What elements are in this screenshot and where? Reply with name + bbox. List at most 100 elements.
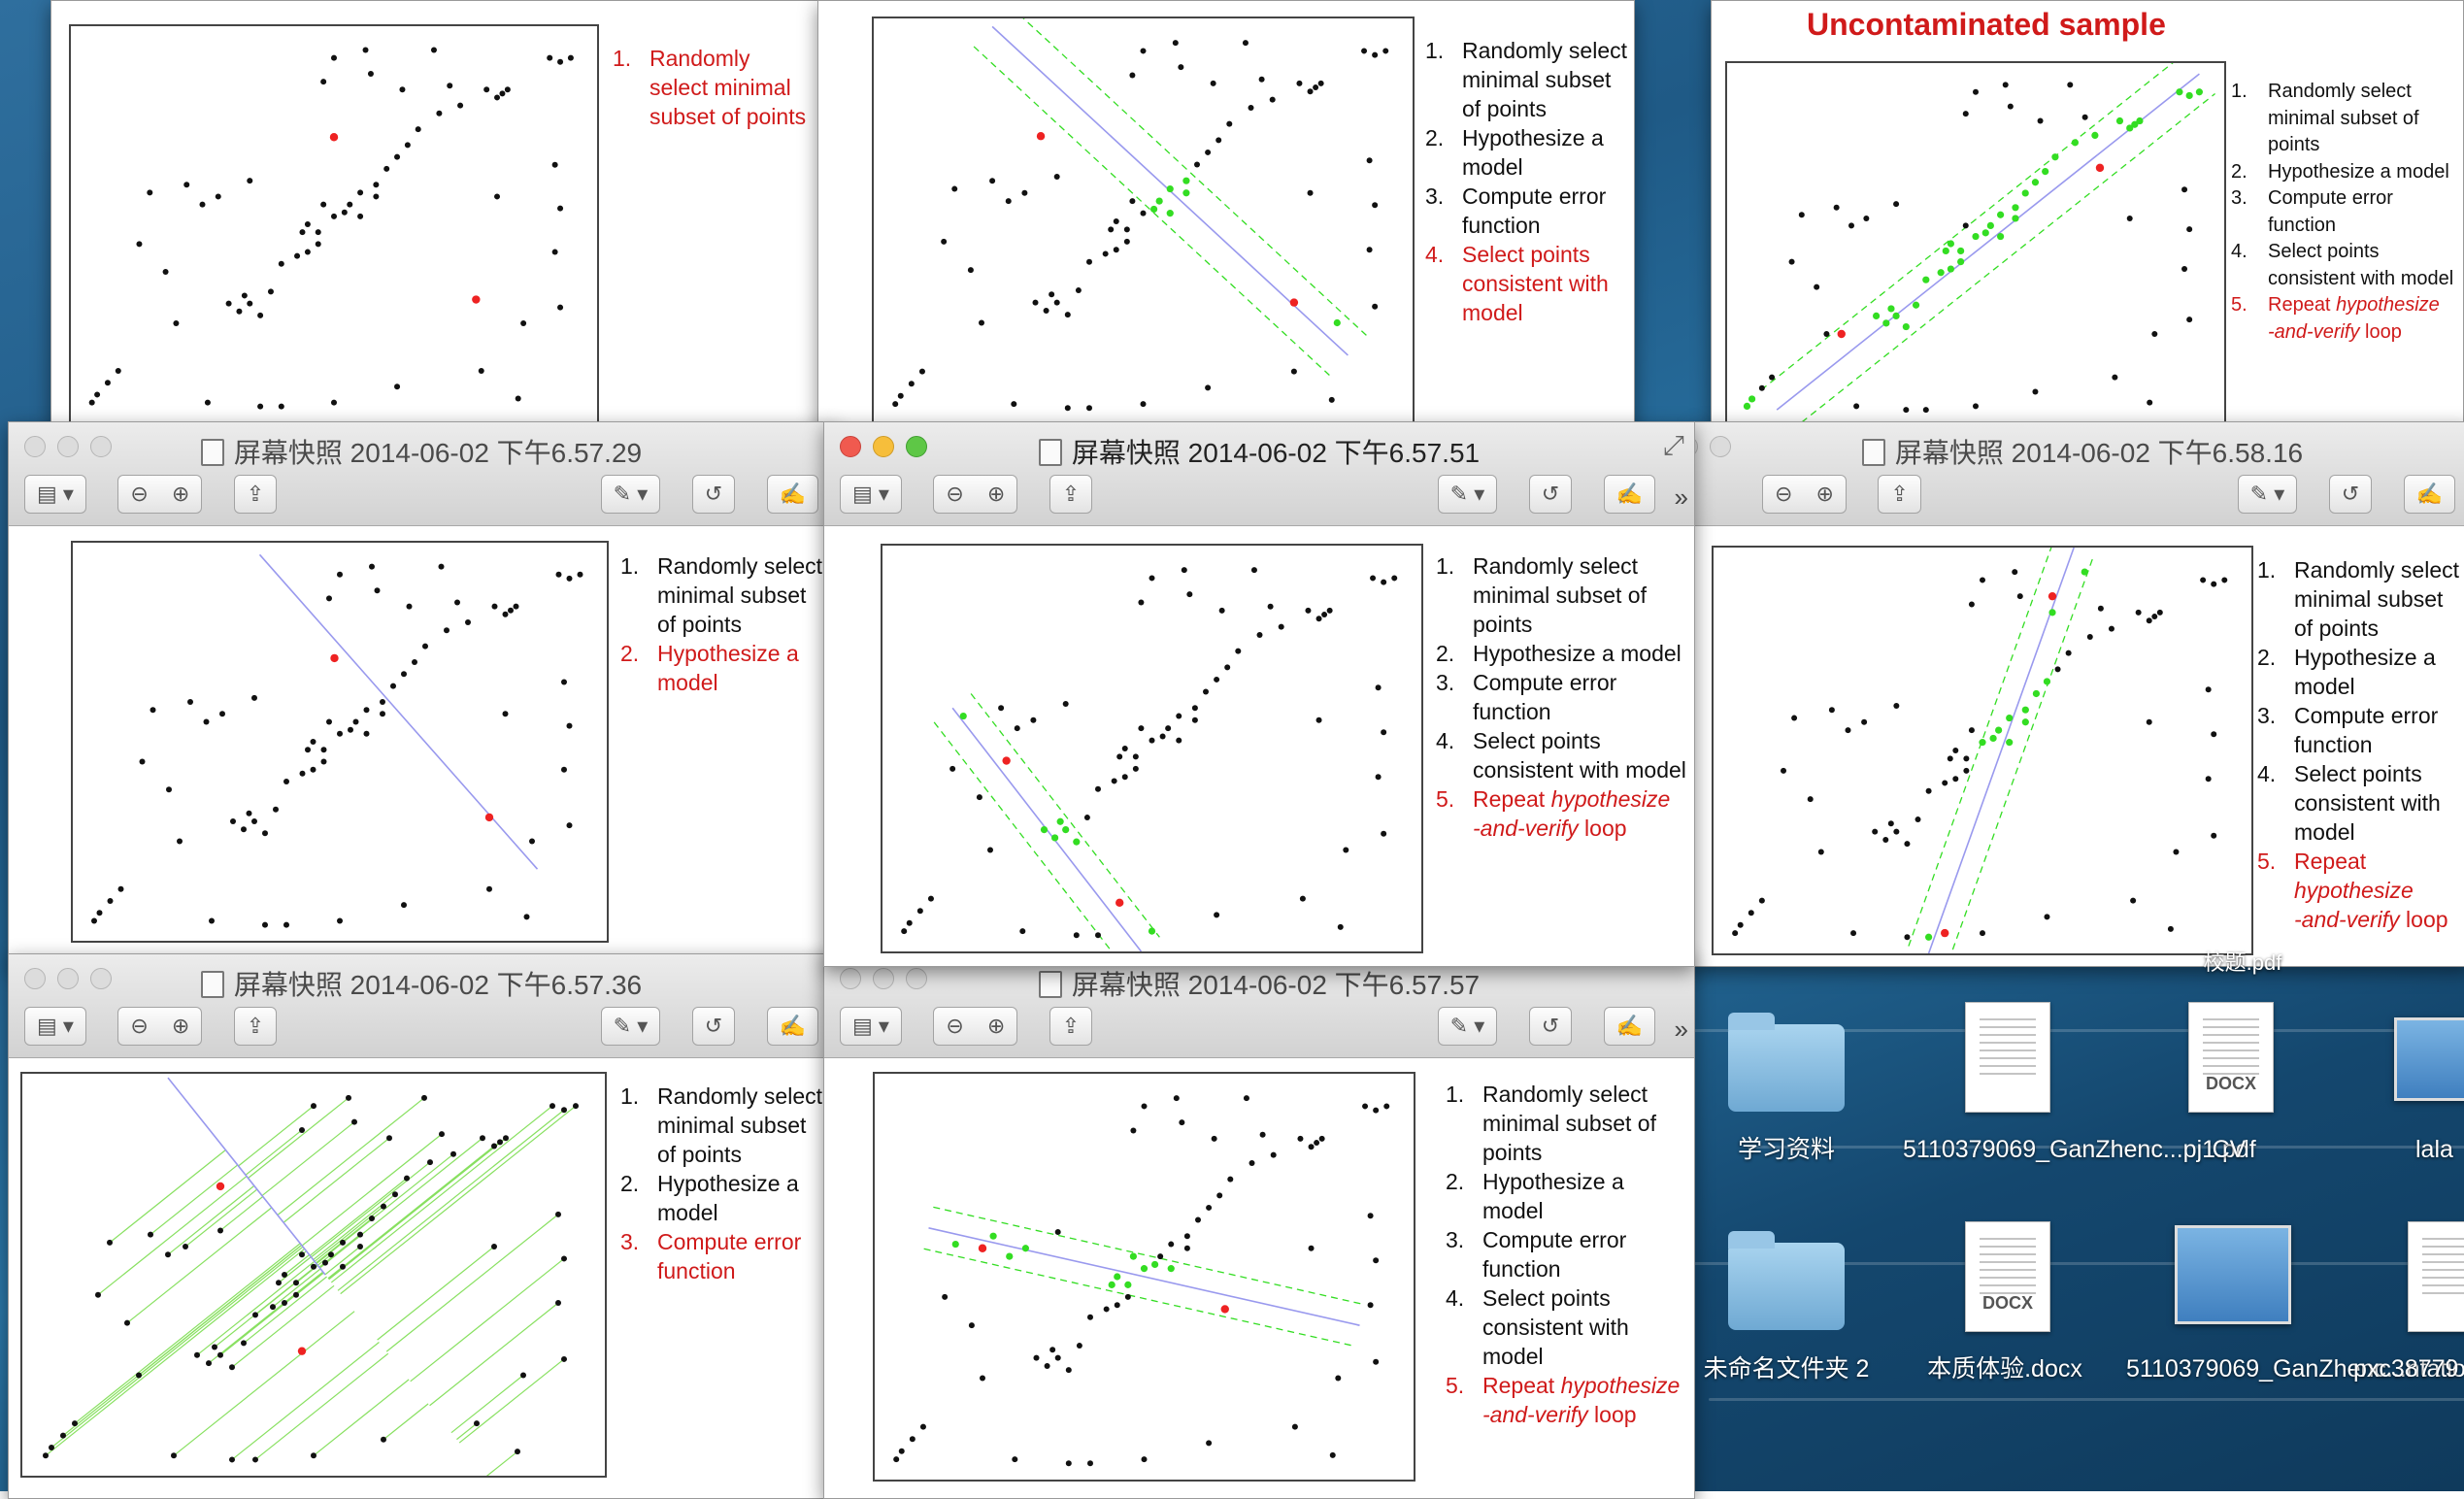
annotate-button[interactable]: ✎ ▾ xyxy=(600,475,661,514)
edit-button[interactable]: ✍ xyxy=(1603,1007,1655,1046)
step-item-repeat: 5. Repeat hypothesize -and-verify loop xyxy=(1446,1373,1681,1427)
step-item: 1. Randomly select minimal subset of poin… xyxy=(620,553,823,637)
algorithm-steps: 1. Randomly select minimal subset of poin… xyxy=(1425,36,1629,327)
window-title: 屏幕快照 2014-06-02 下午6.57.57 xyxy=(1071,970,1481,1000)
step-item: 1. Randomly select minimal subset of poin… xyxy=(1446,1082,1656,1165)
edit-button[interactable]: ✍ xyxy=(766,475,818,514)
window-title: 屏幕快照 2014-06-02 下午6.57.51 xyxy=(1071,438,1481,468)
share-button[interactable]: ⇪ xyxy=(1049,475,1093,514)
zoom-controls: ⊖ ⊕ xyxy=(933,1007,1018,1046)
window-uncontaminated[interactable]: Uncontaminated sample 1. Randomly select … xyxy=(1711,0,2464,429)
pdf-file-icon xyxy=(2408,1221,2464,1332)
scatter-plot xyxy=(872,17,1415,426)
preview-toolbar: 屏幕快照 2014-06-02 下午6.57.36 ▤ ▾ ⊖ ⊕ ⇪ ✎ ▾ ↺… xyxy=(9,954,834,1058)
share-button[interactable]: ⇪ xyxy=(233,1007,278,1046)
algorithm-steps: 1. Randomly select minimal subset of poin… xyxy=(2231,79,2459,346)
annotate-button[interactable]: ✎ ▾ xyxy=(2237,475,2298,514)
rotate-button[interactable]: ↺ xyxy=(691,1007,736,1046)
step-item: 3. Compute error function xyxy=(1436,670,1617,724)
step-item: 1. Randomly select minimal subset of poin… xyxy=(2257,557,2460,641)
algorithm-steps: 1. Randomly select minimal subset of poin… xyxy=(2257,555,2464,934)
step-item: 2. Hypothesize a model xyxy=(1436,641,1682,666)
window-step3[interactable]: 屏幕快照 2014-06-02 下午6.57.36 ▤ ▾ ⊖ ⊕ ⇪ ✎ ▾ ↺… xyxy=(8,953,835,1499)
scatter-plot xyxy=(71,541,609,943)
preview-toolbar: 屏幕快照 2014-06-02 下午6.58.16 ⊖ ⊕ ⇪ ✎ ▾ ↺ ✍ xyxy=(1694,422,2464,526)
sidebar-toggle-button[interactable]: ▤ ▾ xyxy=(24,1007,86,1046)
window-step1[interactable]: 1. Randomly select minimal subset of poin… xyxy=(50,0,819,429)
step-item: 1. Randomly select minimal subset of poin… xyxy=(620,1083,823,1167)
document-icon xyxy=(1861,439,1885,466)
docx-file-icon: DOCX xyxy=(2188,1002,2274,1113)
rotate-button[interactable]: ↺ xyxy=(1528,1007,1573,1046)
zoom-out-icon[interactable]: ⊖ xyxy=(118,1008,159,1045)
step-item: 2. Hypothesize a model xyxy=(620,641,799,695)
step-item: 1. Randomly select minimal subset of poin… xyxy=(613,46,807,129)
step-item: 4. Select points consistent with model xyxy=(2257,761,2441,845)
zoom-in-icon[interactable]: ⊕ xyxy=(160,1008,201,1045)
zoom-controls: ⊖ ⊕ xyxy=(117,1007,203,1046)
step-item: 1. Randomly select minimal subset of poin… xyxy=(1436,553,1647,637)
sidebar-toggle-button[interactable]: ▤ ▾ xyxy=(24,475,86,514)
edit-button[interactable]: ✍ xyxy=(1603,475,1655,514)
window-step2[interactable]: 屏幕快照 2014-06-02 下午6.57.29 ▤ ▾ ⊖ ⊕ ⇪ ✎ ▾ ↺… xyxy=(8,421,835,967)
rotate-button[interactable]: ↺ xyxy=(691,475,736,514)
zoom-in-icon[interactable]: ⊕ xyxy=(160,476,201,513)
folder-icon xyxy=(1728,1013,1845,1112)
zoom-in-icon[interactable]: ⊕ xyxy=(976,476,1016,513)
rotate-button[interactable]: ↺ xyxy=(1528,475,1573,514)
toolbar-overflow-icon[interactable]: » xyxy=(1675,483,1688,513)
zoom-out-icon[interactable]: ⊖ xyxy=(1763,476,1804,513)
monitor-icon xyxy=(2394,1017,2464,1101)
sidebar-toggle-button[interactable]: ▤ ▾ xyxy=(840,1007,902,1046)
zoom-controls: ⊖ ⊕ xyxy=(1762,475,1847,514)
preview-toolbar: 屏幕快照 2014-06-02 下午6.57.51 ⤢ ▤ ▾ ⊖ ⊕ ⇪ ✎ ▾… xyxy=(824,422,1694,526)
step-item: 2. Hypothesize a model xyxy=(1446,1169,1624,1223)
edit-button[interactable]: ✍ xyxy=(2403,475,2455,514)
document-icon xyxy=(1038,439,1062,466)
edit-button[interactable]: ✍ xyxy=(766,1007,818,1046)
window-title: 屏幕快照 2014-06-02 下午6.57.29 xyxy=(233,438,643,468)
scatter-plot xyxy=(1712,546,2253,955)
desktop-icon-label: lala xyxy=(2415,1136,2453,1163)
step-item: 3. Compute error function xyxy=(620,1229,802,1283)
zoom-out-icon[interactable]: ⊖ xyxy=(934,1008,975,1045)
toolbar-overflow-icon[interactable]: » xyxy=(1675,1015,1688,1045)
share-button[interactable]: ⇪ xyxy=(233,475,278,514)
window-step5-right[interactable]: 屏幕快照 2014-06-02 下午6.58.16 ⊖ ⊕ ⇪ ✎ ▾ ↺ ✍ 1… xyxy=(1693,421,2464,967)
rotate-button[interactable]: ↺ xyxy=(2328,475,2373,514)
step-item: 2. Hypothesize a model xyxy=(2231,160,2449,183)
desktop-icon-label: 5110379069_GanZhenc...pj1.pdf xyxy=(1903,1136,2256,1163)
window-step5-front[interactable]: 屏幕快照 2014-06-02 下午6.57.51 ⤢ ▤ ▾ ⊖ ⊕ ⇪ ✎ ▾… xyxy=(823,421,1695,967)
window-step5-bottom[interactable]: 屏幕快照 2014-06-02 下午6.57.57 ▤ ▾ ⊖ ⊕ ⇪ ✎ ▾ ↺… xyxy=(823,953,1695,1499)
step-item: 2. Hypothesize a model xyxy=(620,1171,799,1225)
step-item: 2. Hypothesize a model xyxy=(1425,125,1604,180)
algorithm-steps: 1. Randomly select minimal subset of poin… xyxy=(1446,1080,1688,1429)
zoom-out-icon[interactable]: ⊖ xyxy=(118,476,159,513)
document-icon xyxy=(1038,971,1062,998)
preview-toolbar: 屏幕快照 2014-06-02 下午6.57.29 ▤ ▾ ⊖ ⊕ ⇪ ✎ ▾ ↺… xyxy=(9,422,834,526)
step-item-repeat: 5. Repeat hypothesize -and-verify loop xyxy=(1436,786,1671,841)
desktop-icon-label: pxc38779 xyxy=(2353,1355,2459,1382)
window-step4[interactable]: 1. Randomly select minimal subset of poin… xyxy=(817,0,1635,429)
uncontaminated-heading: Uncontaminated sample xyxy=(1807,7,2166,42)
annotate-button[interactable]: ✎ ▾ xyxy=(1437,1007,1498,1046)
annotate-button[interactable]: ✎ ▾ xyxy=(600,1007,661,1046)
document-icon xyxy=(200,971,224,998)
sidebar-toggle-button[interactable]: ▤ ▾ xyxy=(840,475,902,514)
zoom-controls: ⊖ ⊕ xyxy=(117,475,203,514)
scatter-plot xyxy=(873,1072,1415,1482)
step-item: 1. Randomly select minimal subset of poin… xyxy=(2231,81,2419,155)
step-item: 3. Compute error function xyxy=(1446,1227,1627,1282)
step-item: 4. Select points consistent with model xyxy=(1425,242,1609,325)
scatter-plot xyxy=(69,24,599,424)
annotate-button[interactable]: ✎ ▾ xyxy=(1437,475,1498,514)
share-button[interactable]: ⇪ xyxy=(1049,1007,1093,1046)
fullscreen-icon[interactable]: ⤢ xyxy=(1663,430,1684,462)
zoom-in-icon[interactable]: ⊕ xyxy=(1804,476,1845,513)
share-button[interactable]: ⇪ xyxy=(1878,475,1921,514)
desktop-icon-label: 5110379069_GanZhenc...ntation xyxy=(2126,1355,2464,1382)
zoom-out-icon[interactable]: ⊖ xyxy=(934,476,975,513)
step-item: 1. Randomly select minimal subset of poin… xyxy=(1425,38,1628,121)
desktop-icon-label: 本质体验.docx xyxy=(1927,1355,2082,1382)
zoom-in-icon[interactable]: ⊕ xyxy=(976,1008,1016,1045)
